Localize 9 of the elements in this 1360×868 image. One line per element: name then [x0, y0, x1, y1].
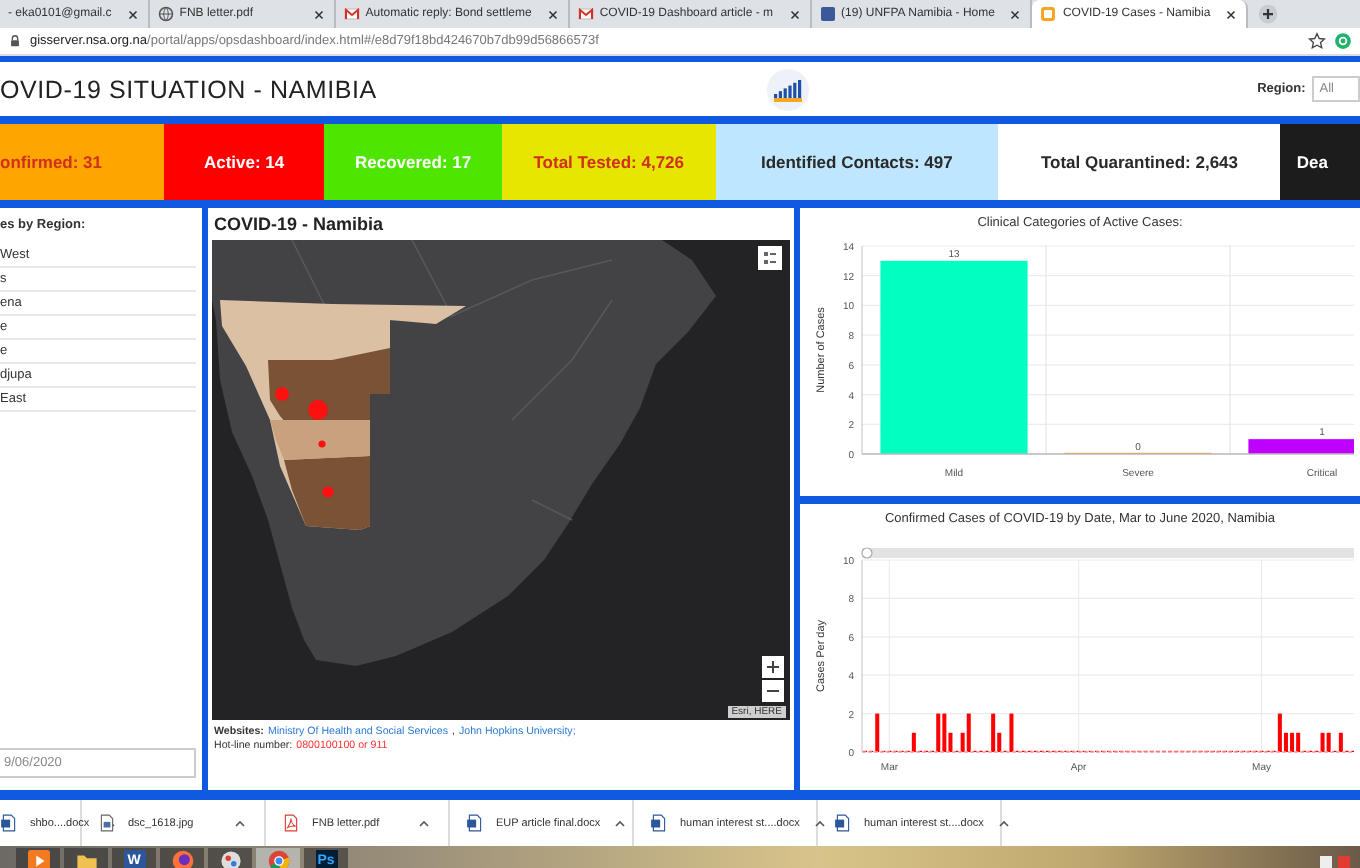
stat-tile: Active: 14	[164, 124, 325, 200]
panel-title: COVID-19 - Namibia	[212, 212, 386, 238]
stat-tile: Recovered: 17	[324, 124, 503, 200]
stat-tile: Total Tested: 4,726	[502, 124, 716, 200]
stat-tile: onfirmed: 31	[0, 124, 165, 200]
stat-tile: Identified Contacts: 497	[715, 124, 999, 200]
stat-tile: Total Quarantined: 2,643	[998, 124, 1281, 200]
stat-tile: Dea	[1280, 124, 1360, 200]
dashboard-title: OVID-19 SITUATION - NAMIBIA	[0, 75, 379, 103]
